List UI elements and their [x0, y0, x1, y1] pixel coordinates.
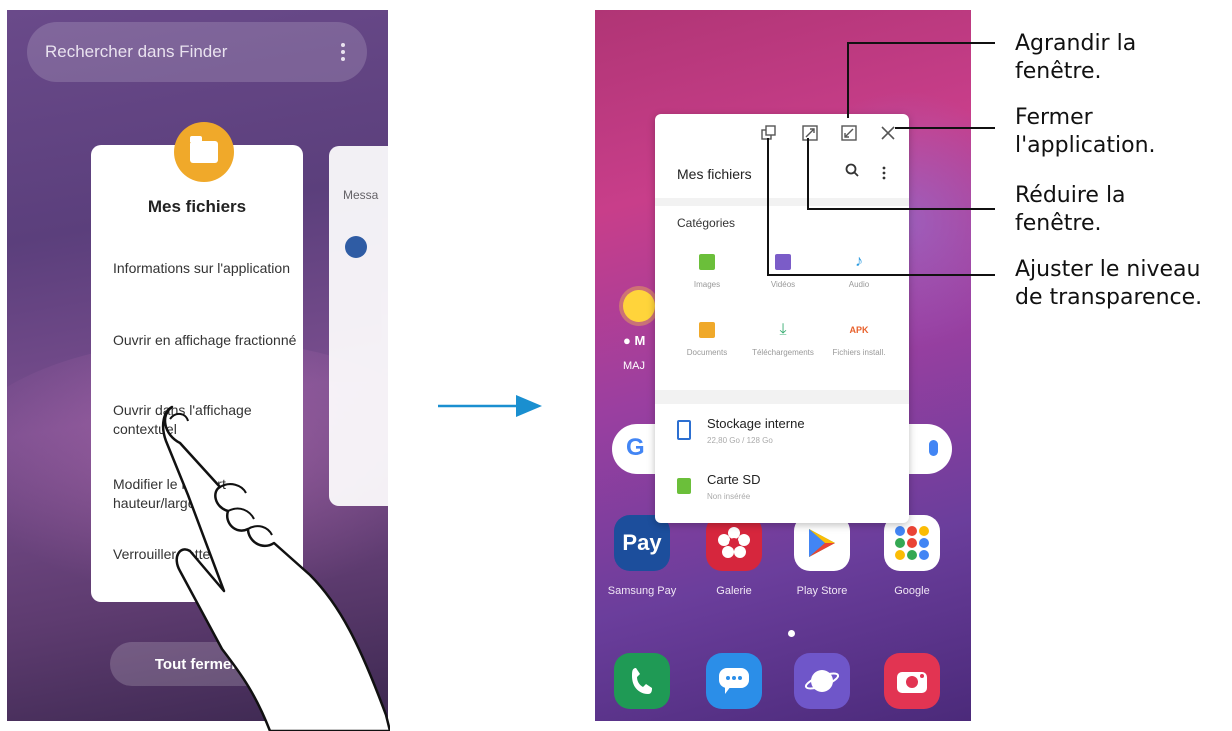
category-documents[interactable]: Documents	[667, 322, 747, 357]
page-indicator	[788, 630, 795, 637]
camera-app-icon[interactable]	[884, 653, 940, 709]
storage-name: Carte SD	[707, 472, 761, 487]
finder-search-bar[interactable]: Rechercher dans Finder	[27, 22, 367, 82]
home-screen-with-popup: ● M MAJ G Pay Samsung Pay Galerie Play S…	[595, 10, 971, 721]
flower-icon	[718, 527, 750, 558]
more-options-icon[interactable]	[337, 43, 349, 61]
category-images[interactable]: Images	[667, 254, 747, 289]
callout-line-maximize	[847, 42, 849, 118]
my-files-popup-window[interactable]: Mes fichiers Catégories Images Vidéos ♪ …	[655, 114, 909, 523]
messages-app-icon[interactable]	[706, 653, 762, 709]
weather-location-text: M	[634, 333, 646, 348]
microphone-icon[interactable]	[929, 440, 938, 456]
category-label: Documents	[686, 348, 728, 357]
category-installation-files[interactable]: APK Fichiers install.	[819, 322, 899, 357]
category-label: Audio	[848, 280, 870, 289]
document-icon	[699, 322, 715, 338]
gallery-label: Galerie	[716, 585, 752, 597]
popup-more-options-icon[interactable]	[881, 166, 887, 185]
transition-arrow-icon	[438, 395, 542, 417]
weather-sun-icon	[623, 290, 655, 322]
planet-icon	[804, 670, 840, 692]
apk-icon: APK	[849, 325, 869, 335]
callout-transparency: Ajuster le niveau de transparence.	[1015, 257, 1203, 310]
callout-line-maximize-h	[847, 42, 995, 44]
category-label: Fichiers install.	[832, 348, 886, 357]
callout-close: Fermer l'application.	[1015, 105, 1156, 158]
finder-search-placeholder: Rechercher dans Finder	[45, 42, 228, 61]
category-label: Téléchargements	[752, 348, 814, 357]
google-apps-grid-icon	[895, 526, 929, 560]
download-icon: ⤓	[779, 321, 787, 338]
folder-icon	[190, 136, 218, 163]
callout-line-close	[895, 127, 995, 129]
category-downloads[interactable]: ⤓ Téléchargements	[743, 321, 823, 358]
sd-card-row[interactable]: Carte SD Non insérée	[655, 462, 909, 518]
internet-app-icon[interactable]	[794, 653, 850, 709]
sd-card-icon	[677, 478, 691, 494]
google-label: Google	[894, 585, 930, 597]
storage-name: Stockage interne	[707, 416, 805, 431]
section-divider	[655, 198, 909, 206]
contact-avatar	[345, 236, 367, 258]
play-store-app-icon[interactable]	[794, 515, 850, 571]
callout-minimize: Réduire la fenêtre.	[1015, 183, 1126, 236]
weather-update-text: MAJ	[623, 360, 645, 372]
maximize-icon[interactable]	[840, 124, 858, 142]
play-triangle-icon	[809, 529, 835, 557]
app-card-title: Mes fichiers	[147, 197, 247, 216]
play-store-label: Play Store	[796, 585, 848, 597]
categories-heading: Catégories	[677, 216, 736, 230]
phone-storage-icon	[677, 420, 691, 440]
my-files-app-icon	[174, 122, 234, 182]
samsung-pay-app-icon[interactable]: Pay	[614, 515, 670, 571]
category-videos[interactable]: Vidéos	[743, 254, 823, 289]
callout-line-minimize-h	[807, 208, 995, 210]
popup-app-title: Mes fichiers	[677, 166, 752, 182]
music-icon: ♪	[855, 253, 863, 270]
section-divider	[655, 390, 909, 404]
storage-detail: 22,80 Go / 128 Go	[707, 436, 773, 445]
samsung-pay-label: Samsung Pay	[607, 585, 677, 597]
gallery-app-icon[interactable]	[706, 515, 762, 571]
messages-card-label: Messa	[343, 188, 379, 202]
category-label: Vidéos	[770, 280, 796, 289]
pointing-hand-illustration	[161, 405, 390, 731]
phone-handset-icon	[632, 668, 652, 694]
category-audio[interactable]: ♪ Audio	[819, 253, 899, 290]
minimize-icon[interactable]	[801, 124, 819, 142]
camera-icon	[897, 672, 927, 693]
menu-item-split-view[interactable]: Ouvrir en affichage fractionné	[113, 331, 298, 350]
weather-location: ● M	[623, 333, 646, 348]
google-folder-icon[interactable]	[884, 515, 940, 571]
transparency-icon[interactable]	[760, 124, 778, 142]
category-label: Images	[693, 280, 721, 289]
phone-app-icon[interactable]	[614, 653, 670, 709]
manual-illustration: Rechercher dans Finder Messa Mes fichier…	[0, 0, 1232, 731]
callout-line-transparency	[767, 138, 769, 276]
search-icon[interactable]	[845, 163, 859, 181]
callout-line-transparency-h	[767, 274, 995, 276]
menu-item-app-info[interactable]: Informations sur l'application	[113, 259, 298, 278]
internal-storage-row[interactable]: Stockage interne 22,80 Go / 128 Go	[655, 406, 909, 462]
image-icon	[699, 254, 715, 270]
chat-bubble-icon	[719, 668, 749, 694]
storage-detail: Non insérée	[707, 492, 751, 501]
callout-maximize: Agrandir la fenêtre.	[1015, 31, 1137, 84]
video-icon	[775, 254, 791, 270]
callout-line-minimize	[807, 138, 809, 210]
google-logo-icon: G	[626, 434, 645, 461]
